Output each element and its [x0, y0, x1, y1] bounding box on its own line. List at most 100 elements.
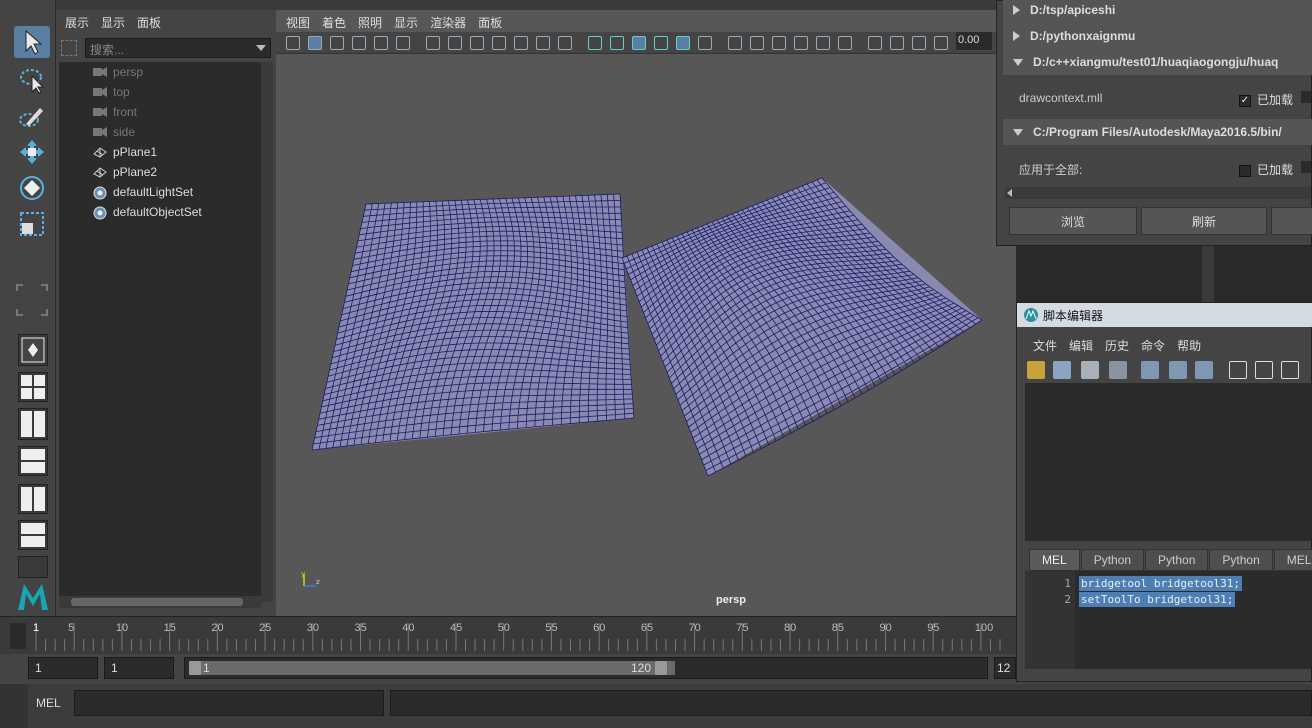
layout-options-icon[interactable]: [18, 556, 48, 578]
persp-graph-layout-icon[interactable]: [18, 520, 48, 550]
vp-menu-view[interactable]: 视图: [286, 14, 310, 31]
path-row[interactable]: C:/Program Files/Autodesk/Maya2016.5/bin…: [1003, 119, 1312, 145]
pplane1-mesh[interactable]: [311, 193, 635, 451]
2d-pan-icon[interactable]: [396, 36, 410, 50]
se-menu-file[interactable]: 文件: [1033, 337, 1057, 354]
browse-button[interactable]: 浏览: [1009, 207, 1137, 235]
lasso-tool-icon[interactable]: [14, 64, 50, 96]
list-item[interactable]: front: [59, 102, 265, 122]
chevron-left-icon[interactable]: [1007, 189, 1012, 197]
se-menu-command[interactable]: 命令: [1141, 337, 1165, 354]
script-history-output[interactable]: [1025, 383, 1312, 541]
viewport-value-field[interactable]: 0.00: [956, 32, 992, 50]
clear-input-icon[interactable]: [1169, 361, 1187, 379]
scale-tool-icon[interactable]: [14, 208, 50, 240]
last-tool-icon[interactable]: [14, 284, 50, 316]
two-pane-side-layout-icon[interactable]: [18, 408, 48, 440]
camera-select-icon[interactable]: [286, 36, 300, 50]
range-start-handle[interactable]: [189, 661, 201, 675]
se-menu-help[interactable]: 帮助: [1177, 337, 1201, 354]
close-button[interactable]: [1271, 207, 1312, 235]
loaded-checkbox[interactable]: ✓ 已加载: [1239, 91, 1293, 108]
safe-action-icon[interactable]: [536, 36, 550, 50]
outliner-hscrollbar[interactable]: [59, 596, 261, 608]
save-to-shelf-icon[interactable]: [1109, 361, 1127, 379]
show-history-icon[interactable]: [1229, 361, 1247, 379]
open-script-icon[interactable]: [1027, 361, 1045, 379]
safe-title-icon[interactable]: [558, 36, 572, 50]
pplane2-mesh[interactable]: [621, 177, 983, 477]
tab-python-3[interactable]: Python: [1209, 549, 1273, 571]
playback-start-field[interactable]: 1: [104, 657, 174, 679]
list-item[interactable]: top: [59, 82, 265, 102]
use-all-lights-icon[interactable]: [728, 36, 742, 50]
screen-space-ao-icon[interactable]: [772, 36, 786, 50]
tab-python-1[interactable]: Python: [1080, 549, 1145, 571]
se-menu-edit[interactable]: 编辑: [1069, 337, 1093, 354]
show-both-icon[interactable]: [1281, 361, 1299, 379]
save-script-icon[interactable]: [1081, 361, 1099, 379]
xray-active-icon[interactable]: [890, 36, 904, 50]
shadows-icon[interactable]: [750, 36, 764, 50]
list-item[interactable]: pPlane1: [59, 142, 265, 162]
single-pane-layout-icon[interactable]: [18, 334, 48, 366]
refresh-button[interactable]: 刷新: [1141, 207, 1267, 235]
time-slider[interactable]: 1 5 10 15 20 25 30 35 40 45 50 55 60 65 70 75 80 85 90 95 10…: [0, 616, 1016, 654]
field-chart-icon[interactable]: [514, 36, 528, 50]
clear-history-icon[interactable]: [1141, 361, 1159, 379]
apply-all-loaded-checkbox[interactable]: 已加载: [1239, 161, 1293, 178]
heads-up-icon[interactable]: [912, 36, 926, 50]
vp-menu-panels[interactable]: 面板: [478, 14, 502, 31]
outliner-menu-panels[interactable]: 面板: [137, 14, 161, 31]
exposure-icon[interactable]: [934, 36, 948, 50]
show-input-icon[interactable]: [1255, 361, 1273, 379]
vp-menu-lighting[interactable]: 照明: [358, 14, 382, 31]
isolate-select-icon[interactable]: [868, 36, 882, 50]
chevron-right-icon[interactable]: [1013, 5, 1020, 15]
path-row[interactable]: D:/pythonxaignmu: [1003, 23, 1312, 49]
chevron-right-icon[interactable]: [1013, 31, 1020, 41]
move-tool-icon[interactable]: [14, 136, 50, 168]
smooth-shade-icon[interactable]: [610, 36, 624, 50]
wireframe-on-shaded-icon[interactable]: [654, 36, 668, 50]
list-item[interactable]: persp: [59, 62, 265, 82]
grid-icon[interactable]: [426, 36, 440, 50]
resolution-gate-icon[interactable]: [470, 36, 484, 50]
script-input-area[interactable]: 1 bridgetool bridgetool31; 2 setToolTo b…: [1025, 571, 1312, 669]
tab-python-2[interactable]: Python: [1145, 549, 1209, 571]
xray-joints-icon[interactable]: [698, 36, 712, 50]
two-pane-stacked-layout-icon[interactable]: [18, 446, 48, 476]
wireframe-icon[interactable]: [588, 36, 602, 50]
list-item[interactable]: pPlane2: [59, 162, 265, 182]
code-line[interactable]: bridgetool bridgetool31;: [1079, 576, 1242, 591]
outliner-menu-show[interactable]: 显示: [101, 14, 125, 31]
grease-pencil-icon[interactable]: [374, 36, 388, 50]
paint-select-tool-icon[interactable]: [14, 100, 50, 132]
select-tool-icon[interactable]: [14, 26, 50, 58]
anti-alias-icon[interactable]: [816, 36, 830, 50]
outliner-persp-layout-icon[interactable]: [18, 484, 48, 514]
chevron-down-icon[interactable]: [1013, 58, 1023, 66]
four-pane-layout-icon[interactable]: [18, 372, 48, 402]
chevron-down-icon[interactable]: [256, 45, 266, 51]
plugin-hscrollbar[interactable]: [1005, 187, 1311, 199]
apply-all-autoload-checkbox[interactable]: [1301, 161, 1311, 173]
viewport-canvas[interactable]: [276, 54, 1016, 616]
camera-attr-icon[interactable]: [308, 36, 322, 50]
end-time-field[interactable]: 12: [994, 657, 1016, 679]
vp-menu-shading[interactable]: 着色: [322, 14, 346, 31]
default-material-icon[interactable]: [632, 36, 646, 50]
chevron-down-icon[interactable]: [1013, 128, 1023, 136]
path-row[interactable]: D:/c++xiangmu/test01/huaqiaogongju/huaq: [1003, 49, 1312, 75]
filter-icon[interactable]: [61, 40, 77, 56]
path-row[interactable]: D:/tsp/apiceshi: [1003, 0, 1312, 23]
outliner-menu-display[interactable]: 展示: [65, 14, 89, 31]
tab-mel[interactable]: MEL: [1029, 549, 1080, 571]
gate-mask-icon[interactable]: [492, 36, 506, 50]
se-menu-history[interactable]: 历史: [1105, 337, 1129, 354]
code-line[interactable]: setToolTo bridgetool31;: [1079, 592, 1236, 607]
start-time-field[interactable]: 1: [28, 657, 98, 679]
bookmark-icon[interactable]: [330, 36, 344, 50]
film-gate-icon[interactable]: [448, 36, 462, 50]
xray-icon[interactable]: [676, 36, 690, 50]
